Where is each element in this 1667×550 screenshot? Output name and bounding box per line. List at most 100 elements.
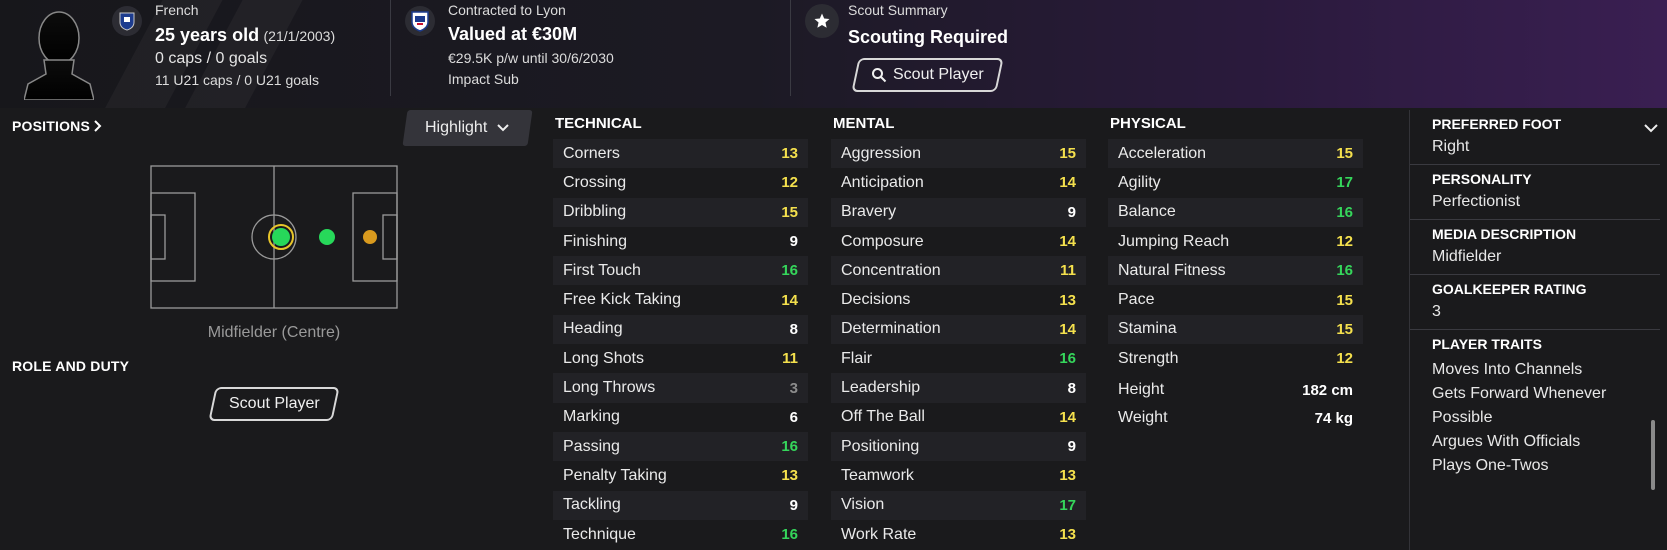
position-pitch (150, 165, 398, 309)
attribute-row[interactable]: Acceleration 15 (1108, 139, 1363, 169)
attribute-value: 9 (1067, 203, 1076, 221)
attribute-row[interactable]: Long Shots 11 (553, 344, 808, 373)
attribute-value: 16 (781, 262, 798, 280)
attribute-name: Work Rate (841, 525, 917, 543)
attribute-row[interactable]: Decisions 13 (831, 285, 1086, 314)
attribute-value: 8 (1067, 379, 1076, 397)
attribute-row[interactable]: Teamwork 13 (831, 461, 1086, 490)
position-marker-accomplished[interactable] (363, 230, 377, 244)
role-scout-player-button[interactable]: Scout Player (208, 387, 340, 421)
attribute-row[interactable]: Off The Ball 14 (831, 403, 1086, 432)
attribute-value: 17 (1059, 496, 1076, 514)
positions-header[interactable]: POSITIONS (12, 118, 103, 134)
attribute-name: Natural Fitness (1118, 261, 1226, 279)
position-marker-primary[interactable] (272, 228, 290, 246)
goalkeeper-rating-block: GOALKEEPER RATING 3 (1410, 275, 1660, 330)
position-name: Midfielder (Centre) (207, 324, 341, 341)
attribute-row[interactable]: Dribbling 15 (553, 197, 808, 227)
attribute-value: 14 (1059, 408, 1076, 426)
player-trait[interactable]: Gets Forward Whenever Possible (1432, 382, 1632, 430)
attribute-row[interactable]: Pace 15 (1108, 285, 1363, 314)
attribute-value: 15 (1336, 145, 1353, 163)
attribute-row[interactable]: Bravery 9 (831, 197, 1086, 227)
attribute-row[interactable]: First Touch 16 (553, 256, 808, 286)
attribute-row[interactable]: Aggression 15 (831, 139, 1086, 169)
technical-title: TECHNICAL (555, 115, 642, 132)
scout-player-button[interactable]: Scout Player (851, 58, 1004, 92)
attribute-row[interactable]: Heading 8 (553, 314, 808, 345)
attribute-row[interactable]: Work Rate 13 (831, 520, 1086, 549)
media-description-value: Midfielder (1432, 248, 1502, 265)
search-icon (872, 68, 887, 83)
attribute-row[interactable]: Stamina 15 (1108, 314, 1363, 345)
attribute-row[interactable]: Positioning 9 (831, 431, 1086, 462)
attribute-value: 8 (789, 320, 798, 338)
attribute-row[interactable]: Vision 17 (831, 490, 1086, 520)
scout-status: Scouting Required (848, 27, 1009, 47)
attribute-row[interactable]: Penalty Taking 13 (553, 461, 808, 490)
position-marker-natural[interactable] (319, 229, 335, 245)
attribute-row[interactable]: Tackling 9 (553, 490, 808, 520)
player-trait[interactable]: Moves Into Channels (1432, 358, 1632, 382)
club-badge-icon[interactable] (405, 6, 435, 36)
nationality: French (155, 2, 199, 18)
date-of-birth: (21/1/2003) (263, 28, 336, 44)
attribute-row[interactable]: Natural Fitness 16 (1108, 256, 1363, 286)
attribute-row[interactable]: Strength 12 (1108, 344, 1363, 373)
attribute-row[interactable]: Finishing 9 (553, 227, 808, 256)
role-duty-title: ROLE AND DUTY (12, 358, 130, 374)
highlight-dropdown[interactable]: Highlight (402, 110, 533, 146)
chevron-down-icon[interactable] (1644, 124, 1658, 133)
chevron-down-icon (497, 124, 510, 132)
attribute-row[interactable]: Passing 16 (553, 431, 808, 462)
attribute-row[interactable]: Leadership 8 (831, 373, 1086, 403)
player-trait[interactable]: Argues With Officials (1432, 430, 1632, 454)
attribute-row[interactable]: Free Kick Taking 14 (553, 285, 808, 314)
preferred-foot-block: PREFERRED FOOT Right (1410, 110, 1660, 165)
player-traits-block: PLAYER TRAITS Moves Into Channels Gets F… (1410, 330, 1660, 486)
preferred-foot-value: Right (1432, 138, 1470, 155)
attribute-name: Penalty Taking (563, 466, 667, 484)
attribute-name: Teamwork (841, 466, 914, 484)
attribute-row[interactable]: Determination 14 (831, 314, 1086, 345)
attribute-value: 15 (1336, 320, 1353, 338)
physical-title: PHYSICAL (1110, 115, 1186, 132)
attribute-name: Tackling (563, 496, 621, 514)
attribute-value: 16 (1059, 350, 1076, 368)
traits-scrollbar[interactable] (1651, 420, 1655, 490)
media-description-block: MEDIA DESCRIPTION Midfielder (1410, 220, 1660, 275)
attribute-row[interactable]: Crossing 12 (553, 168, 808, 197)
attribute-name: Acceleration (1118, 144, 1207, 162)
attribute-value: 13 (781, 467, 798, 485)
preferred-foot-title: PREFERRED FOOT (1432, 116, 1562, 132)
star-icon (805, 4, 839, 38)
attribute-value: 16 (781, 438, 798, 456)
player-trait[interactable]: Plays One-Twos (1432, 454, 1632, 478)
header-divider (390, 0, 391, 96)
attribute-name: Long Shots (563, 349, 644, 367)
player-info-panel: PREFERRED FOOT Right PERSONALITY Perfect… (1410, 110, 1660, 486)
attribute-row[interactable]: Concentration 11 (831, 256, 1086, 286)
attribute-row[interactable]: Agility 17 (1108, 168, 1363, 197)
attribute-row[interactable]: Jumping Reach 12 (1108, 227, 1363, 256)
attribute-row[interactable]: Corners 13 (553, 139, 808, 169)
contract-club: Contracted to Lyon (448, 2, 566, 18)
nation-flag-icon[interactable] (112, 6, 142, 36)
attribute-row[interactable]: Composure 14 (831, 227, 1086, 256)
attribute-row[interactable]: Technique 16 (553, 520, 808, 549)
attribute-name: Determination (841, 320, 941, 338)
attribute-row[interactable]: Marking 6 (553, 403, 808, 432)
attribute-value: 12 (1336, 233, 1353, 251)
personality-block: PERSONALITY Perfectionist (1410, 165, 1660, 220)
u21-caps-goals: 11 U21 caps / 0 U21 goals (155, 72, 319, 88)
attribute-name: Free Kick Taking (563, 291, 681, 309)
attribute-value: 14 (1059, 233, 1076, 251)
personality-title: PERSONALITY (1432, 171, 1532, 187)
attribute-name: Balance (1118, 203, 1176, 221)
attribute-row[interactable]: Anticipation 14 (831, 168, 1086, 197)
caps-goals: 0 caps / 0 goals (155, 50, 268, 67)
attribute-row[interactable]: Flair 16 (831, 344, 1086, 373)
attribute-name: Corners (563, 144, 620, 162)
attribute-row[interactable]: Long Throws 3 (553, 373, 808, 403)
attribute-row[interactable]: Balance 16 (1108, 197, 1363, 227)
